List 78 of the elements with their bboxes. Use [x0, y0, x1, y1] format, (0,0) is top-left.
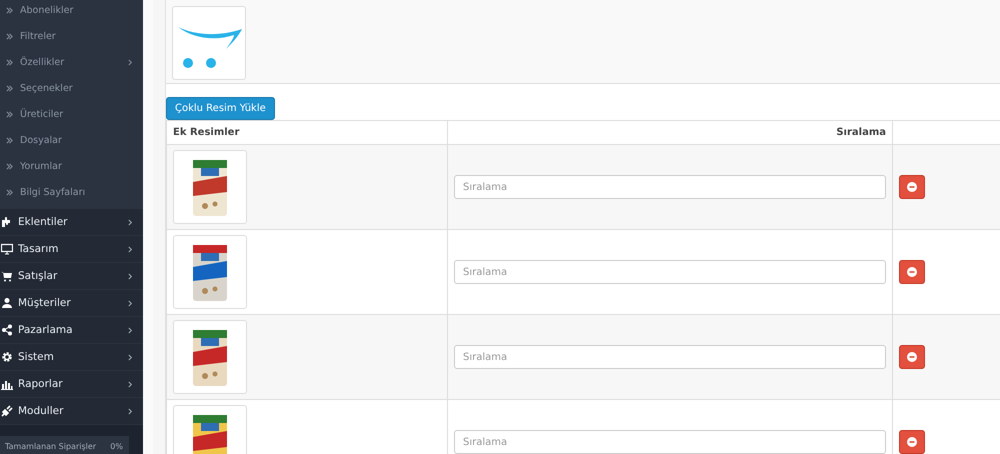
chevron-icon: [128, 354, 133, 360]
submenu-item[interactable]: Filtreler: [0, 23, 143, 49]
sort-order-field[interactable]: Sıralama: [454, 345, 886, 369]
menu-label: Raporlar: [18, 378, 64, 390]
sort-order-field[interactable]: Sıralama: [454, 175, 886, 199]
upload-button[interactable]: Çoklu Resim Yükle: [166, 97, 275, 120]
remove-button[interactable]: [899, 260, 925, 284]
remove-button[interactable]: [899, 175, 925, 199]
image-thumbnail[interactable]: [173, 150, 247, 224]
menu-item[interactable]: Moduller: [0, 398, 143, 425]
submenu-item[interactable]: Dosyalar: [0, 127, 143, 153]
chevron-icon: [128, 246, 133, 252]
submenu-label: Özellikler: [20, 56, 66, 68]
remove-button[interactable]: [899, 345, 925, 369]
sort-order-field[interactable]: Sıralama: [454, 430, 886, 454]
chevron-icon: [128, 272, 133, 280]
monitor-icon: [1, 243, 13, 255]
chevron-icon: [128, 218, 133, 226]
menu-label: Sistem: [18, 351, 55, 363]
progress-label: Tamamlanan Siparişler: [5, 442, 96, 451]
menu-item[interactable]: Raporlar: [0, 371, 143, 398]
submenu-label: Abonelikler: [20, 4, 74, 16]
menu-item[interactable]: Sistem: [0, 344, 143, 371]
user-icon: [1, 297, 13, 309]
submenu-item[interactable]: Üreticiler: [0, 101, 143, 127]
minus-circle-icon: [907, 267, 917, 277]
submenu-item[interactable]: Yorumlar: [0, 153, 143, 179]
minus-circle-icon: [907, 352, 917, 362]
double-chevron-icon: [6, 6, 13, 14]
chevron-icon: [128, 300, 133, 306]
double-chevron-icon: [6, 58, 13, 66]
menu-item[interactable]: Pazarlama: [0, 317, 143, 344]
column-header: Ek Resimler: [166, 120, 448, 144]
image-thumbnail[interactable]: [173, 235, 247, 309]
minus-circle-icon: [907, 182, 917, 192]
image-thumbnail[interactable]: [172, 6, 246, 80]
submenu-label: Yorumlar: [20, 160, 63, 172]
menu-item[interactable]: Satışlar: [0, 263, 143, 290]
submenu-label: Dosyalar: [20, 134, 63, 146]
chevron-icon: [128, 380, 133, 388]
double-chevron-icon: [6, 136, 13, 144]
gear-icon: [1, 351, 13, 363]
double-chevron-icon: [6, 110, 13, 118]
menu-label: Satışlar: [18, 270, 58, 282]
menu-label: Moduller: [18, 405, 64, 417]
submenu-label: Bilgi Sayfaları: [20, 186, 86, 198]
puzzle-icon: [1, 216, 13, 228]
menu-label: Eklentiler: [18, 216, 68, 228]
plug-icon: [1, 405, 13, 417]
submenu-item[interactable]: Abonelikler: [0, 0, 143, 23]
share-icon: [1, 324, 13, 336]
chevron-icon: [128, 326, 133, 334]
menu-item[interactable]: Eklentiler: [0, 209, 143, 236]
menu-item[interactable]: Tasarım: [0, 236, 143, 263]
submenu-label: Seçenekler: [20, 82, 74, 94]
double-chevron-icon: [6, 188, 13, 196]
progress-reading: 0%: [110, 442, 123, 451]
chevron-icon: [128, 408, 133, 414]
column-header: Sıralama: [448, 120, 892, 144]
menu-label: Müşteriler: [18, 297, 72, 309]
double-chevron-icon: [6, 162, 13, 170]
submenu-item[interactable]: Seçenekler: [0, 75, 143, 101]
double-chevron-icon: [6, 84, 13, 92]
sort-order-field[interactable]: Sıralama: [454, 260, 886, 284]
remove-button[interactable]: [899, 430, 925, 454]
double-chevron-icon: [6, 32, 13, 40]
submenu-item[interactable]: Bilgi Sayfaları: [0, 179, 143, 205]
bar-chart-icon: [1, 378, 13, 390]
minus-circle-icon: [907, 437, 917, 447]
submenu-label: Filtreler: [20, 30, 57, 42]
submenu-item[interactable]: Özellikler: [0, 49, 143, 75]
chevron-icon: [128, 58, 133, 66]
menu-label: Pazarlama: [18, 324, 74, 336]
image-thumbnail[interactable]: [173, 320, 247, 394]
submenu-label: Üreticiler: [20, 108, 64, 120]
menu-item[interactable]: Müşteriler: [0, 290, 143, 317]
cart-icon: [1, 270, 13, 282]
menu-label: Tasarım: [18, 243, 60, 255]
